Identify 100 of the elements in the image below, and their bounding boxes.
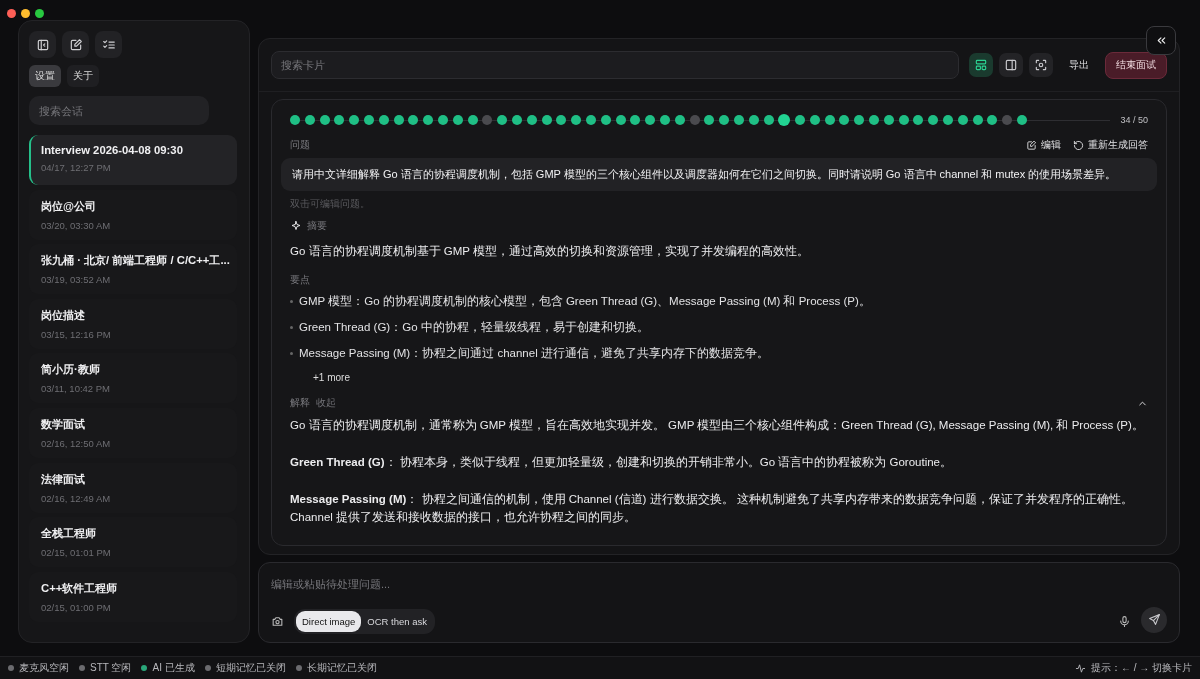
close-window-button[interactable] [7,9,16,18]
explanation-paragraph: Green Thread (G)： 协程本身，类似于线程，但更加轻量级，创建和切换的开销非常小。Go 语言中的协程被称为 Goroutine。 [290,455,953,470]
status-label: AI 已生成 [152,661,195,675]
progress-dot[interactable] [689,115,700,125]
session-time: 02/15, 01:00 PM [41,601,112,613]
collapse-link[interactable]: 收起 [316,396,336,410]
key-point: GMP 模型：Go 的协程调度机制的核心模型，包含 Green Thread (G)、Message Passing (M) 和 Process (P)。 [299,294,871,309]
progress-dot[interactable] [511,115,522,125]
progress-dot[interactable] [364,115,374,125]
progress-dot[interactable] [839,115,850,125]
progress-dot[interactable] [957,115,968,125]
progress-dot[interactable] [541,115,552,125]
progress-dot[interactable] [795,115,806,125]
session-title: 法律面试 [41,471,86,487]
send-button[interactable] [1141,606,1167,633]
progress-dot[interactable] [556,115,567,125]
progress-dot[interactable] [748,115,759,125]
view-button[interactable] [999,53,1023,77]
more-link[interactable]: +1 more [313,372,350,383]
progress-dot[interactable] [987,115,998,125]
session-time: 03/19, 03:52 AM [41,274,112,286]
end-interview-button[interactable]: 结束面试 [1105,51,1167,79]
view-button[interactable] [969,53,993,77]
activity-icon [1074,662,1086,674]
sidebar-tab[interactable]: 设置 [29,65,61,87]
progress-dot[interactable] [585,115,596,125]
mode-option[interactable]: OCR then ask [361,611,433,632]
progress-dot[interactable] [467,115,478,125]
progress-dot[interactable] [719,115,730,125]
progress-dot[interactable] [704,115,715,125]
progress-dot[interactable] [334,115,345,125]
progress-dot[interactable] [408,115,419,125]
card-search-field[interactable]: 搜索卡片 [271,51,959,79]
progress-dot[interactable] [674,115,685,125]
progress-dot[interactable] [393,115,404,125]
progress-dot[interactable] [630,115,641,125]
progress-dot[interactable] [290,115,300,125]
session-title: 全栈工程师 [41,526,97,542]
progress-dot[interactable] [913,115,924,125]
progress-dot[interactable] [809,115,820,125]
progress-dot[interactable] [928,115,939,125]
progress-dot[interactable] [943,115,954,125]
progress-dot[interactable] [482,115,493,125]
key-points-label: 要点 [290,273,311,287]
progress-dot[interactable] [304,115,315,125]
progress-dot[interactable] [898,115,909,125]
edit-button[interactable]: 编辑 [1014,138,1061,152]
session-time: 04/17, 12:27 PM [41,162,112,173]
progress-dot[interactable] [659,115,670,125]
progress-dot[interactable] [378,115,389,125]
zoom-window-button[interactable] [35,9,44,18]
session-time: 02/15, 01:01 PM [41,547,112,559]
scan-icon [1034,58,1048,72]
session-time: 02/16, 12:50 AM [41,437,112,449]
new-session-button[interactable] [62,31,89,58]
progress-dot[interactable] [615,115,626,125]
progress-dot[interactable] [778,114,791,126]
session-search-field[interactable]: 搜索会话 [29,96,209,125]
progress-dot[interactable] [571,115,582,125]
minimize-window-button[interactable] [21,9,30,18]
camera-button[interactable] [271,615,284,628]
progress-dot[interactable] [452,115,463,125]
summary-text: Go 语言的协程调度机制基于 GMP 模型，通过高效的切换和资源管理，实现了并发编程的高效性。 [290,244,810,259]
progress-count: 34 / 50 [1120,115,1148,125]
status-label: 麦克风空闲 [19,661,69,675]
session-title: 岗位描述 [41,307,86,323]
sidebar-toggle-button[interactable] [29,31,56,58]
bullet-icon [290,352,293,355]
progress-dot[interactable] [972,115,983,125]
progress-dot[interactable] [824,115,835,125]
session-item[interactable]: Interview 2026-04-08 09:30 04/17, 12:27 PM [29,135,237,185]
progress-dot[interactable] [319,115,330,125]
progress-dot[interactable] [869,115,880,125]
progress-dot[interactable] [600,115,611,125]
progress-dot[interactable] [437,115,448,125]
checklist-button[interactable] [95,31,122,58]
progress-dot[interactable] [733,115,744,125]
progress-dot[interactable] [883,115,894,125]
question-input[interactable]: 编辑或粘贴待处理问题... [271,575,1167,593]
key-point: Green Thread (G)：Go 中的协程，轻量级线程，易于创建和切换。 [299,320,649,335]
bullet-icon [290,300,293,303]
progress-dot[interactable] [1017,115,1028,125]
progress-dot[interactable] [763,115,774,125]
progress-dot[interactable] [349,115,360,125]
progress-dot[interactable] [854,115,865,125]
collapse-panel-button[interactable] [1146,26,1176,55]
progress-dot[interactable] [497,115,508,125]
mode-option[interactable]: Direct image [296,611,362,632]
send-icon [1147,613,1161,626]
microphone-button[interactable] [1118,615,1131,628]
regenerate-button[interactable]: 重新生成回答 [1061,138,1148,152]
progress-dot[interactable] [423,115,434,125]
progress-dot[interactable] [645,115,656,125]
view-button[interactable] [1029,53,1053,77]
export-button[interactable]: 导出 [1059,52,1099,78]
sidebar-tab[interactable]: 关于 [67,65,99,87]
question-text[interactable]: 请用中文详细解释 Go 语言的协程调度机制，包括 GMP 模型的三个核心组件以及调度器如何在它们之间切换。同时请说明 Go 语言中 channel 和 mutex 的使用场景差异。 [281,158,1157,191]
progress-dot[interactable] [526,115,537,125]
progress-dot[interactable] [1002,115,1013,125]
edit-icon [68,37,83,52]
